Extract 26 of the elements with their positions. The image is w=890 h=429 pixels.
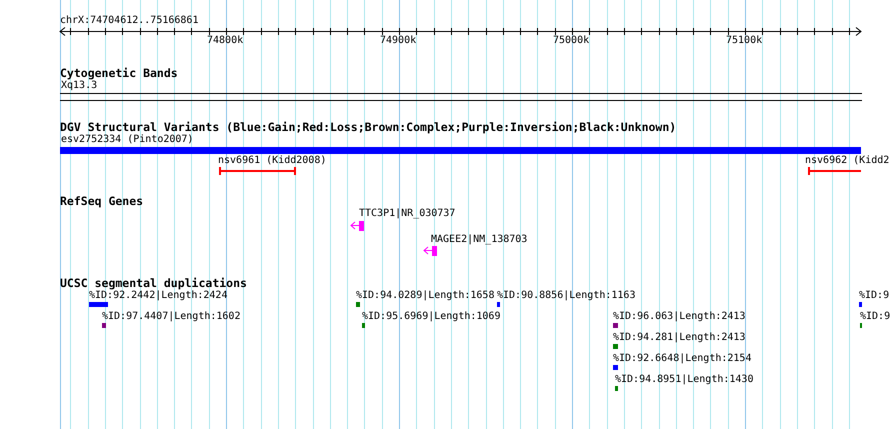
variant-label: nsv6961 (Kidd2008) <box>218 156 326 166</box>
duplication-label: %ID:96.063|Length:2413 <box>613 312 746 322</box>
track-title: Cytogenetic Bands <box>60 68 178 80</box>
range-label: chrX:74704612..75166861 <box>60 16 198 26</box>
track-title: RefSeq Genes <box>60 196 144 208</box>
duplication-label: %ID:92.2442|Length:2424 <box>89 291 228 301</box>
duplication-label: %ID:92.6648|Length:2154 <box>613 354 752 364</box>
band-label: Xq13.3 <box>61 81 98 91</box>
duplication-label: %ID:97.4407|Length:1602 <box>102 312 240 322</box>
duplication-label: %ID:94.8951|Length:1430 <box>615 375 754 385</box>
variant-label: nsv6962 (Kidd2 <box>805 156 890 166</box>
gene-label: TTC3P1|NR_030737 <box>359 209 456 219</box>
duplication-label: %ID:9 <box>860 312 890 322</box>
duplication-label: %ID:9 <box>859 291 890 301</box>
track-title: UCSC segmental duplications <box>60 278 247 290</box>
duplication-label: %ID:95.6969|Length:1069 <box>362 312 500 322</box>
track-title: DGV Structural Variants (Blue:Gain;Red:Loss;Brown:Complex;Purple:Inversion;Black:Unknown) <box>60 122 676 134</box>
duplication-label: %ID:94.0289|Length:1658 <box>356 291 494 301</box>
gene-label: MAGEE2|NM_138703 <box>431 235 528 245</box>
tick-label: 74900k <box>380 36 416 46</box>
tick-label: 75100k <box>726 36 762 46</box>
duplication-label: %ID:94.281|Length:2413 <box>613 333 746 343</box>
duplication-label: %ID:90.8856|Length:1163 <box>497 291 636 301</box>
variant-label: esv2752334 (Pinto2007) <box>61 135 194 145</box>
tick-label: 75000k <box>553 36 590 46</box>
tick-label: 74800k <box>207 36 244 46</box>
